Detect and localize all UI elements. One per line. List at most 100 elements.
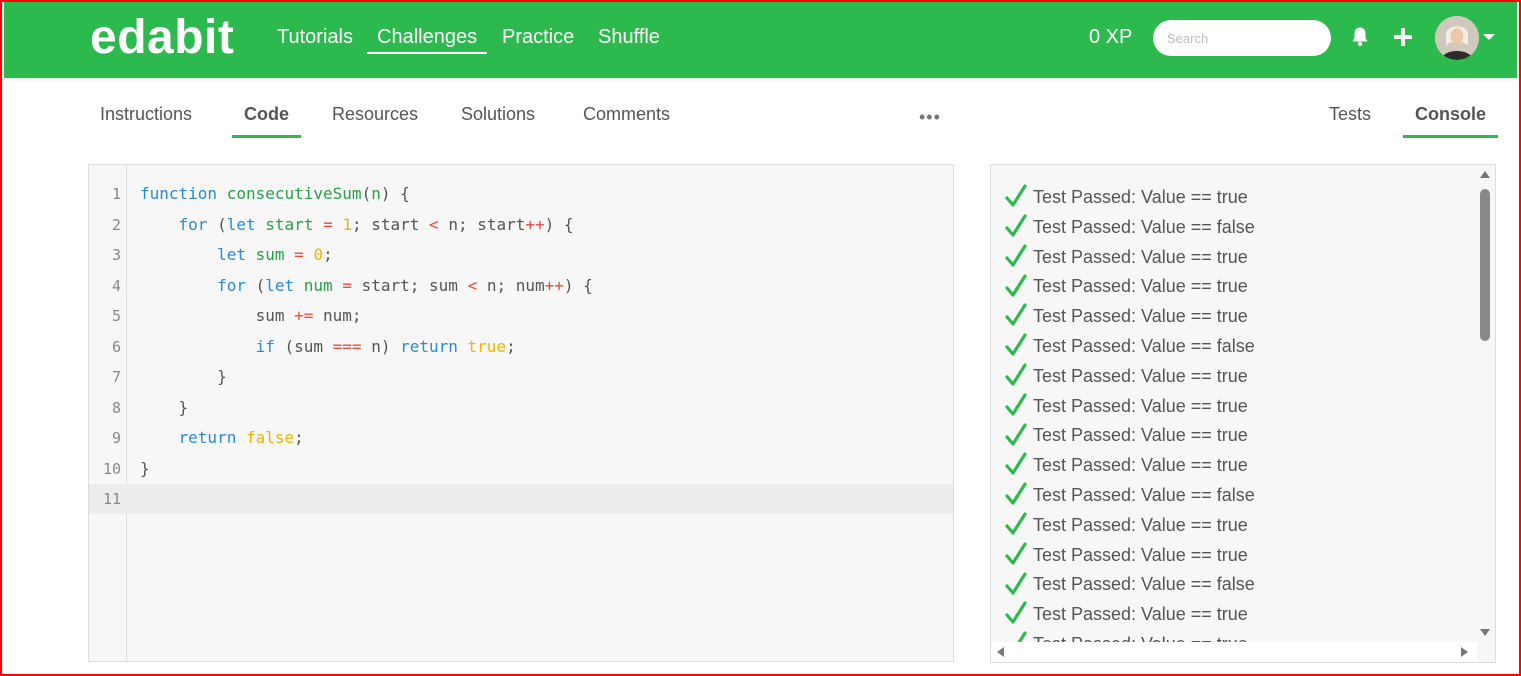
- code-text[interactable]: return false;: [140, 423, 304, 453]
- code-text[interactable]: if (sum === n) return true;: [140, 332, 516, 362]
- line-number: 6: [111, 337, 121, 356]
- test-result: Test Passed: Value == true: [1005, 511, 1473, 541]
- check-icon: [1005, 542, 1027, 565]
- check-icon: [1005, 512, 1027, 535]
- check-icon: [1005, 244, 1027, 267]
- test-result-text: Test Passed: Value == false: [1033, 574, 1255, 595]
- line-number: 9: [111, 429, 121, 447]
- console-output: Test Passed: Value == true Test Passed: V…: [990, 164, 1496, 663]
- scroll-thumb[interactable]: [1480, 189, 1490, 341]
- horizontal-scrollbar[interactable]: [991, 642, 1477, 662]
- code-line[interactable]: 9 return false;: [89, 423, 953, 453]
- code-line[interactable]: 6 if (sum === n) return true;: [89, 332, 953, 362]
- code-text[interactable]: for (let num = start; sum < n; num++) {: [140, 271, 593, 301]
- search-input[interactable]: [1153, 20, 1331, 56]
- check-icon: [1005, 452, 1027, 476]
- test-result: Test Passed: Value == true: [1005, 451, 1473, 481]
- test-result-text: Test Passed: Value == true: [1033, 455, 1248, 476]
- nav-challenges[interactable]: Challenges: [367, 26, 488, 54]
- test-result-text: Test Passed: Value == true: [1033, 395, 1248, 416]
- scroll-right-icon[interactable]: [1461, 647, 1468, 657]
- code-line[interactable]: 11: [89, 484, 953, 514]
- edabit-logo[interactable]: edabit: [90, 10, 234, 65]
- code-text[interactable]: sum += num;: [140, 301, 362, 331]
- line-number: 8: [111, 398, 121, 417]
- test-result: Test Passed: Value == false: [1005, 570, 1473, 600]
- test-result-text: Test Passed: Value == true: [1033, 365, 1248, 386]
- check-icon: [1005, 601, 1027, 625]
- tab-tests[interactable]: Tests: [1329, 104, 1371, 125]
- check-icon: [1005, 274, 1027, 297]
- tab-instructions[interactable]: Instructions: [100, 104, 192, 125]
- code-line[interactable]: 5 sum += num;: [89, 301, 953, 331]
- vertical-scrollbar[interactable]: [1475, 165, 1495, 643]
- test-result: Test Passed: Value == true: [1005, 362, 1473, 392]
- code-line[interactable]: 8 }: [89, 393, 953, 423]
- chevron-down-icon[interactable]: [1483, 34, 1495, 40]
- check-icon: [1005, 333, 1027, 356]
- code-text[interactable]: }: [140, 454, 150, 484]
- test-result-text: Test Passed: Value == true: [1033, 276, 1248, 297]
- test-result-text: Test Passed: Value == true: [1033, 187, 1248, 207]
- test-result: Test Passed: Value == true: [1005, 302, 1473, 332]
- nav-shuffle[interactable]: Shuffle: [598, 26, 660, 49]
- check-icon: [1005, 184, 1027, 207]
- avatar[interactable]: [1435, 16, 1479, 60]
- code-text[interactable]: }: [140, 362, 227, 392]
- tab-resources[interactable]: Resources: [332, 104, 418, 125]
- code-line[interactable]: 3 let sum = 0;: [89, 240, 953, 270]
- test-result: Test Passed: Value == false: [1005, 481, 1473, 511]
- check-icon: [1005, 572, 1027, 595]
- bell-icon[interactable]: [1351, 26, 1369, 48]
- tab-code[interactable]: Code: [232, 104, 301, 138]
- test-result-text: Test Passed: Value == true: [1033, 425, 1248, 446]
- tab-console[interactable]: Console: [1403, 104, 1499, 138]
- scroll-down-icon[interactable]: [1480, 629, 1490, 636]
- nav-practice[interactable]: Practice: [502, 26, 574, 49]
- xp-counter: 0 XP: [1089, 26, 1133, 48]
- code-text[interactable]: for (let start = 1; start < n; start++) …: [140, 210, 574, 240]
- test-result-text: Test Passed: Value == true: [1033, 306, 1248, 327]
- check-icon: [1005, 423, 1027, 446]
- code-line[interactable]: 1 function consecutiveSum(n) {: [89, 179, 953, 209]
- check-icon: [1005, 482, 1027, 505]
- check-icon: [1005, 363, 1027, 386]
- test-result-text: Test Passed: Value == true: [1033, 544, 1248, 565]
- test-result: Test Passed: Value == false: [1005, 213, 1473, 243]
- code-line[interactable]: 10}: [89, 454, 953, 484]
- code-editor[interactable]: 1 function consecutiveSum(n) {2 for (let …: [88, 164, 954, 662]
- test-result: Test Passed: Value == true: [1005, 183, 1473, 213]
- code-text[interactable]: function consecutiveSum(n) {: [140, 179, 410, 209]
- test-result: Test Passed: Value == true: [1005, 243, 1473, 273]
- plus-icon[interactable]: [1394, 28, 1412, 46]
- line-number: 2: [111, 215, 121, 234]
- line-number: 5: [111, 307, 121, 325]
- test-result-text: Test Passed: Value == true: [1033, 604, 1248, 625]
- check-icon: [1005, 214, 1027, 237]
- test-result: Test Passed: Value == true: [1005, 392, 1473, 422]
- code-text[interactable]: }: [140, 393, 189, 423]
- code-text[interactable]: let sum = 0;: [140, 240, 333, 270]
- scroll-left-icon[interactable]: [997, 647, 1004, 657]
- test-result: Test Passed: Value == true: [1005, 541, 1473, 571]
- more-options-icon[interactable]: •••: [919, 108, 941, 126]
- code-line[interactable]: 2 for (let start = 1; start < n; start++…: [89, 210, 953, 240]
- test-result: Test Passed: Value == false: [1005, 332, 1473, 362]
- test-result: Test Passed: Value == true: [1005, 600, 1473, 630]
- test-result-text: Test Passed: Value == false: [1033, 484, 1255, 505]
- nav-tutorials[interactable]: Tutorials: [277, 26, 353, 49]
- line-number: 11: [102, 490, 121, 508]
- test-result-text: Test Passed: Value == true: [1033, 246, 1248, 267]
- check-icon: [1005, 303, 1027, 327]
- tab-solutions[interactable]: Solutions: [461, 104, 535, 125]
- line-number: 1: [111, 185, 121, 203]
- top-navbar: edabit Tutorials Challenges Practice Shu…: [4, 2, 1517, 78]
- check-icon: [1005, 393, 1027, 416]
- line-number: 3: [111, 246, 121, 264]
- test-result: Test Passed: Value == true: [1005, 421, 1473, 451]
- test-result-text: Test Passed: Value == false: [1033, 335, 1255, 356]
- code-line[interactable]: 4 for (let num = start; sum < n; num++) …: [89, 271, 953, 301]
- tab-comments[interactable]: Comments: [583, 104, 670, 125]
- code-line[interactable]: 7 }: [89, 362, 953, 392]
- scroll-up-icon[interactable]: [1480, 171, 1490, 178]
